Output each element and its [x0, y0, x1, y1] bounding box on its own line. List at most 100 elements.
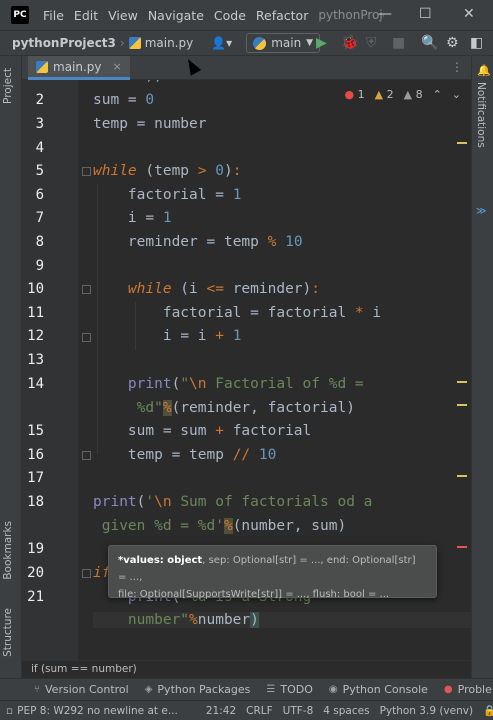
list-icon: ☰ [266, 684, 276, 695]
tool-tab-structure[interactable]: Structure [2, 608, 14, 657]
debug-icon[interactable]: 🐞 [341, 35, 358, 51]
lock-icon[interactable]: 🔒 [483, 704, 493, 717]
stop-icon[interactable]: ■ [392, 35, 405, 51]
line-number: 15 [27, 423, 44, 439]
tool-version-control[interactable]: ⑂ Version Control [34, 683, 129, 696]
console-icon: ◉ [328, 684, 338, 695]
more-tabs-icon[interactable]: ⋮ [451, 60, 463, 74]
tool-tab-notifications[interactable]: Notifications [475, 82, 487, 148]
python-interpreter[interactable]: Python 3.9 (venv) [380, 705, 474, 717]
close-tab-icon[interactable]: × [113, 60, 122, 73]
run-configuration-dropdown[interactable]: main ▼ [246, 33, 321, 53]
fold-marker-icon[interactable] [82, 451, 91, 460]
tool-tab-bookmarks[interactable]: Bookmarks [2, 521, 14, 580]
ai-assistant-icon[interactable]: ≫ [476, 206, 486, 217]
user-account-button[interactable]: 👤▾ [211, 36, 232, 50]
tab-main-py[interactable]: main.py × [28, 56, 130, 80]
search-icon[interactable]: 🔍 [421, 35, 438, 51]
code-scope-breadcrumb[interactable]: if (sum == number) [22, 660, 471, 678]
line-number: 13 [27, 352, 44, 368]
chevron-down-icon[interactable]: ⌄ [452, 88, 461, 101]
menu-code[interactable]: Code [214, 8, 246, 23]
menu-navigate[interactable]: Navigate [148, 8, 204, 23]
tooltip-line-1: *values: object, sep: Optional[str] = ..… [118, 552, 427, 586]
layout-icon[interactable]: ▫ [6, 705, 13, 717]
code-line: reminder = temp % 10 [93, 234, 303, 250]
line-number: 12 [27, 328, 44, 344]
python-icon [253, 36, 267, 50]
tool-label: Version Control [45, 683, 129, 696]
tool-python-packages[interactable]: ◈ Python Packages [145, 683, 251, 696]
python-file-icon [128, 37, 141, 49]
title-bar: PC File Edit View Navigate Code Refactor… [0, 0, 493, 30]
line-number: 14 [27, 376, 44, 392]
line-number: 3 [35, 116, 44, 132]
tool-label: Python Console [342, 683, 428, 696]
coverage-icon[interactable]: ⛨ [366, 35, 377, 51]
breadcrumb-project[interactable]: pythonProject3 [12, 36, 116, 50]
code-line-current: number"%number) [93, 612, 471, 628]
breadcrumb-file-label: main.py [144, 36, 194, 50]
editor-tab-bar: main.py × ⋮ [22, 56, 471, 80]
breadcrumb-separator: › [119, 36, 125, 50]
tool-window-bar: ⑂ Version Control ◈ Python Packages ☰ TODO … [0, 678, 493, 700]
tool-label: Python Packages [157, 683, 251, 696]
status-bar: ▫ PEP 8: W292 no newline at e... 21:42 C… [0, 700, 493, 720]
warning-marker[interactable] [457, 475, 467, 477]
code-line: sum = sum + factorial [93, 423, 312, 439]
bell-icon[interactable]: 🔔 [477, 64, 491, 77]
code-line: i = 1 [93, 210, 172, 226]
code-line: while (temp > 0): [93, 163, 242, 179]
menu-refactor[interactable]: Refactor [256, 8, 308, 23]
weak-warning-count[interactable]: ▲ 8 [404, 88, 423, 101]
caret-position[interactable]: 21:42 [206, 705, 236, 717]
warning-marker[interactable] [457, 404, 467, 406]
line-number: 5 [35, 163, 44, 179]
error-marker[interactable] [457, 546, 467, 548]
breadcrumb-file[interactable]: main.py [128, 36, 194, 50]
pycharm-logo-icon: PC [11, 6, 29, 24]
minimize-button[interactable]: — [378, 6, 392, 22]
tool-python-console[interactable]: ◉ Python Console [329, 683, 428, 696]
line-number: 4 [35, 140, 44, 156]
indent-setting[interactable]: 4 spaces [323, 705, 369, 717]
tool-todo[interactable]: ☰ TODO [266, 683, 312, 696]
tool-label: Proble [457, 683, 492, 696]
error-icon: ● [344, 88, 355, 101]
gear-icon[interactable]: ⚙ [446, 35, 459, 51]
run-icon[interactable]: ▶ [316, 35, 327, 51]
tooltip-current-param: *values: object [118, 555, 203, 566]
code-line: while (i <= reminder): [127, 281, 321, 297]
tool-problems[interactable]: ● Proble [444, 683, 492, 696]
warning-marker[interactable] [457, 142, 467, 144]
parameter-info-tooltip: *values: object, sep: Optional[str] = ..… [108, 545, 437, 600]
fold-marker-icon[interactable] [82, 569, 91, 578]
code-line: factorial = 1 [93, 187, 242, 203]
fold-marker-icon[interactable] [82, 333, 91, 342]
jetbrains-account-icon[interactable]: ◧ [470, 35, 483, 51]
status-message[interactable]: PEP 8: W292 no newline at e... [17, 705, 178, 717]
file-encoding[interactable]: UTF-8 [283, 705, 314, 717]
tab-label: main.py [53, 59, 102, 74]
line-number: 11 [27, 305, 44, 321]
run-configuration-label: main [271, 36, 302, 50]
tool-tab-project[interactable]: Project [2, 68, 14, 104]
line-number: 17 [27, 470, 44, 486]
maximize-button[interactable]: ☐ [419, 6, 432, 22]
line-number: 8 [35, 234, 44, 250]
warning-marker[interactable] [457, 381, 467, 383]
weak-warning-count-value: 8 [415, 88, 423, 101]
fold-marker-icon[interactable] [82, 167, 91, 176]
close-window-button[interactable]: ✕ [463, 6, 475, 22]
inspection-widget[interactable]: ● 1 ▲ 2 ▲ 8 ⌃ ⌄ [345, 88, 461, 101]
menu-view[interactable]: View [108, 8, 138, 23]
line-number: 9 [35, 258, 44, 274]
warning-count[interactable]: ▲ 2 [375, 88, 394, 101]
error-count-value: 1 [357, 88, 365, 101]
chevron-up-icon[interactable]: ⌃ [433, 88, 442, 101]
fold-marker-icon[interactable] [82, 285, 91, 294]
line-separator[interactable]: CRLF [246, 705, 273, 717]
error-count[interactable]: ● 1 [345, 88, 365, 101]
menu-file[interactable]: File [43, 8, 64, 23]
menu-edit[interactable]: Edit [74, 8, 98, 23]
